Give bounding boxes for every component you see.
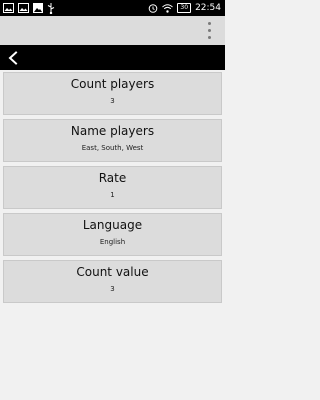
alarm-icon — [149, 4, 158, 13]
setting-rate[interactable]: Rate 1 — [3, 166, 222, 209]
setting-title: Rate — [98, 171, 127, 185]
setting-value: 1 — [110, 191, 115, 199]
setting-name-players[interactable]: Name players East, South, West — [3, 119, 222, 162]
battery-icon: 30 — [177, 3, 192, 13]
status-bar: 30 22:54 — [0, 0, 225, 16]
setting-title: Count players — [70, 77, 155, 91]
image-icon — [18, 3, 29, 13]
status-icons-left — [3, 2, 55, 14]
photo-icon — [33, 3, 43, 13]
setting-count-players[interactable]: Count players 3 — [3, 72, 222, 115]
usb-icon — [47, 2, 55, 14]
image-icon — [3, 3, 14, 13]
setting-title: Name players — [70, 124, 155, 138]
back-button[interactable] — [3, 47, 23, 68]
action-bar — [0, 45, 225, 70]
setting-language[interactable]: Language English — [3, 213, 222, 256]
setting-value: English — [99, 238, 126, 246]
chevron-left-icon — [8, 50, 18, 65]
app-header — [0, 16, 225, 45]
overflow-menu-icon[interactable] — [207, 22, 211, 39]
setting-value: East, South, West — [81, 144, 144, 152]
wifi-icon — [162, 3, 174, 13]
setting-title: Count value — [76, 265, 149, 279]
setting-value: 3 — [110, 97, 115, 105]
status-icons-right: 30 22:54 — [148, 2, 221, 14]
setting-value: 3 — [110, 285, 115, 293]
status-clock: 22:54 — [195, 3, 221, 13]
setting-title: Language — [82, 218, 143, 232]
setting-count-value[interactable]: Count value 3 — [3, 260, 222, 303]
